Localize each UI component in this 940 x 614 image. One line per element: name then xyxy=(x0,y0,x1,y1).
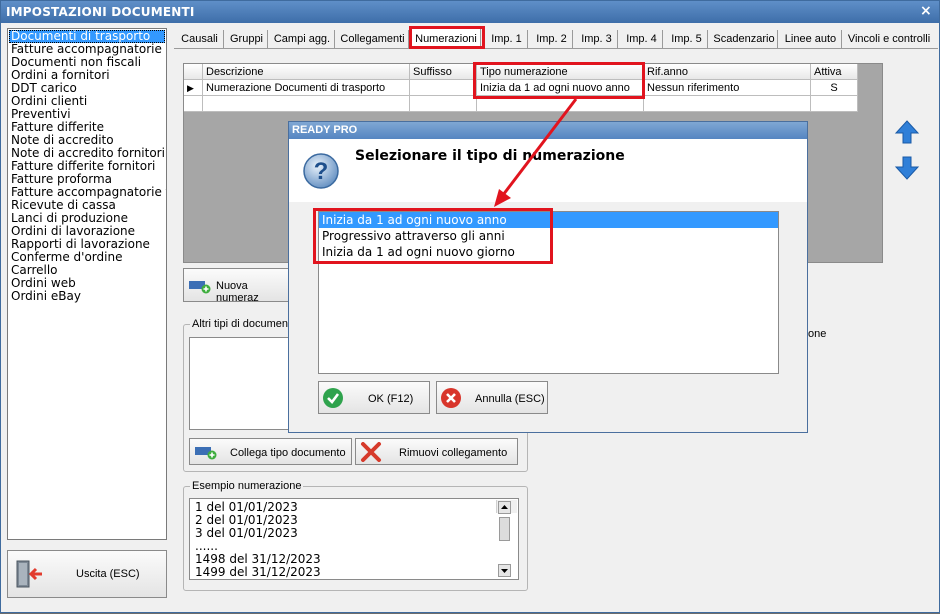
annotation-arrow xyxy=(494,98,578,207)
settings-window: IMPOSTAZIONI DOCUMENTI × Documenti di tr… xyxy=(0,0,940,613)
